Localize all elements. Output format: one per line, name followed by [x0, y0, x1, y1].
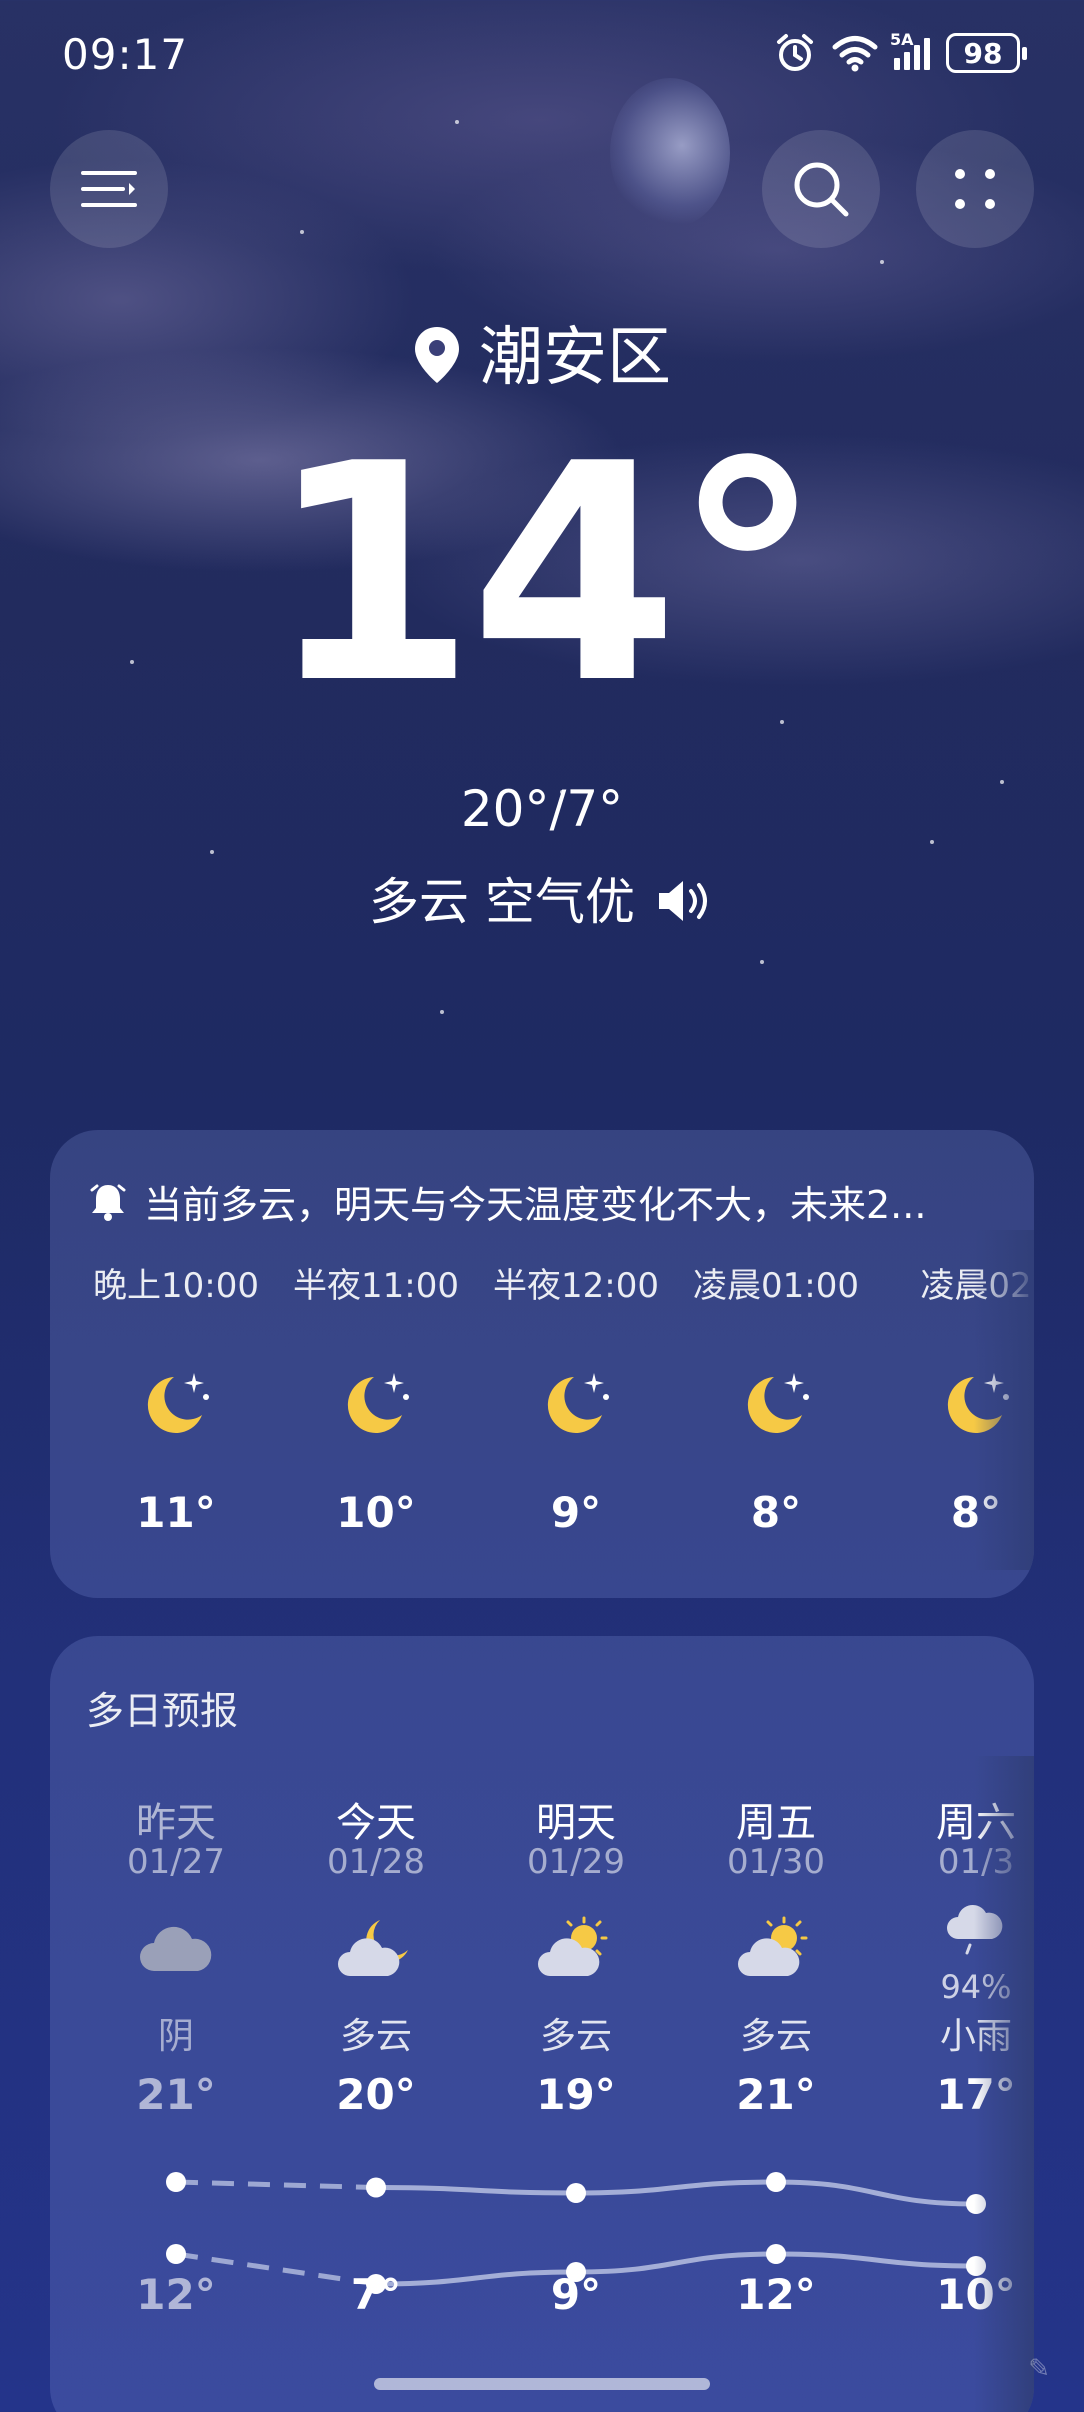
star: [300, 230, 304, 234]
low-temp-point: [766, 2244, 786, 2264]
speaker-icon[interactable]: [655, 877, 715, 925]
high-temp-point: [166, 2172, 186, 2192]
high-temp-past-segment: [175, 2179, 377, 2190]
high-temp-point: [366, 2177, 386, 2198]
menu-icon: [81, 171, 137, 207]
condition-text: 多云 空气优: [369, 873, 635, 931]
hour-item[interactable]: 半夜12:00 9°: [476, 1258, 676, 1537]
weather-alert[interactable]: 当前多云，明天与今天温度变化不大，未来2...: [90, 1174, 1010, 1229]
battery-level: 98: [963, 36, 1003, 70]
location-pin-icon: [415, 327, 459, 383]
hour-time: 半夜12:00: [493, 1266, 659, 1306]
daily-forecast-card[interactable]: 多日预报 昨天 01/27 阴 21° 今天 01/28 多云 20° 明天 0…: [50, 1636, 1034, 2412]
hour-temp: 9°: [550, 1488, 602, 1537]
network-type-label: 5A: [890, 30, 914, 49]
hour-item[interactable]: 晚上10:00 11°: [76, 1258, 276, 1537]
hourly-list[interactable]: 晚上10:00 11° 半夜11:00 10° 半夜12:00 9° 凌晨01:…: [50, 1258, 1034, 1578]
day-low: 7°: [350, 2270, 402, 2319]
moon-stars-icon: [76, 1338, 276, 1468]
day-low: 12°: [136, 2270, 216, 2319]
location-title[interactable]: 潮安区: [0, 306, 1084, 398]
search-icon: [794, 162, 849, 217]
low-temp-point: [166, 2244, 186, 2264]
star: [455, 120, 459, 124]
scroll-fade: [974, 1230, 1034, 1570]
current-temperature: 14°: [267, 400, 822, 749]
high-temp-point: [566, 2183, 586, 2203]
scroll-fade: [974, 1756, 1034, 2412]
star: [760, 960, 764, 964]
star: [440, 1010, 444, 1014]
status-bar: 09:17 5A 98: [0, 0, 1084, 110]
watermark: ✎: [1028, 2354, 1050, 2384]
current-condition: 多云 空气优: [0, 862, 1084, 934]
status-time: 09:17: [62, 30, 189, 79]
bell-icon: [90, 1184, 126, 1221]
hour-time: 晚上10:00: [93, 1266, 259, 1306]
moon-stars-icon: [476, 1338, 676, 1468]
hour-time: 半夜11:00: [293, 1266, 459, 1306]
cellular-signal-icon: 5A: [890, 30, 930, 70]
high-low-temperature: 20°/7°: [460, 780, 624, 838]
more-button[interactable]: [916, 130, 1034, 248]
hour-temp: 10°: [336, 1488, 416, 1537]
battery-icon: 98: [946, 33, 1027, 73]
hour-temp: 8°: [750, 1488, 802, 1537]
wifi-icon: [832, 36, 878, 72]
alarm-icon: [777, 34, 813, 71]
hour-time: 凌晨01:00: [693, 1266, 859, 1306]
menu-button[interactable]: [50, 130, 168, 248]
star: [880, 260, 884, 264]
alert-text: 当前多云，明天与今天温度变化不大，未来2...: [144, 1183, 927, 1227]
home-indicator[interactable]: [374, 2378, 710, 2390]
high-temp-line: [375, 2179, 977, 2207]
hour-temp: 11°: [136, 1488, 216, 1537]
status-icons: 5A 98: [774, 30, 1027, 74]
grid-dots-icon: [955, 169, 995, 209]
day-low: 9°: [550, 2270, 602, 2319]
hour-item[interactable]: 半夜11:00 10°: [276, 1258, 476, 1537]
day-low: 12°: [736, 2270, 816, 2319]
search-button[interactable]: [762, 130, 880, 248]
star: [210, 850, 214, 854]
moon-stars-icon: [276, 1338, 476, 1468]
moon-stars-icon: [676, 1338, 876, 1468]
star: [930, 840, 934, 844]
hour-item[interactable]: 凌晨01:00 8°: [676, 1258, 876, 1537]
hourly-forecast-card[interactable]: 当前多云，明天与今天温度变化不大，未来2... 晚上10:00 11° 半夜11…: [50, 1130, 1034, 1598]
location-name: 潮安区: [479, 321, 671, 395]
high-temp-point: [766, 2172, 786, 2192]
